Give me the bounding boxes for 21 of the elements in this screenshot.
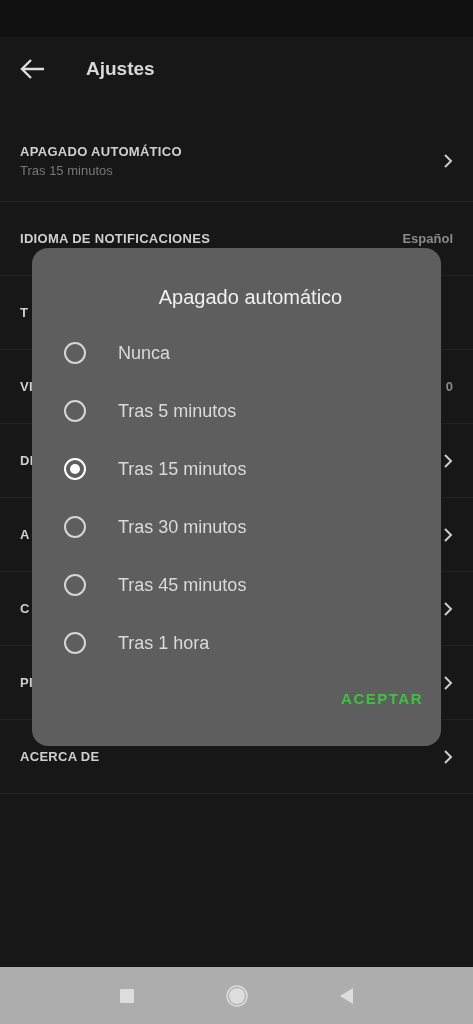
radio-icon[interactable] — [64, 342, 86, 364]
radio-option[interactable]: Tras 5 minutos — [64, 382, 423, 440]
radio-icon[interactable] — [64, 516, 86, 538]
radio-icon[interactable] — [64, 400, 86, 422]
setting-label[interactable]: ACERCA DE — [20, 749, 443, 764]
radio-option[interactable]: Tras 45 minutos — [64, 556, 423, 614]
dialog-title: Apagado automático — [158, 286, 343, 309]
radio-option[interactable]: Tras 1 hora — [64, 614, 423, 672]
radio-icon[interactable] — [64, 574, 86, 596]
setting-label[interactable]: APAGADO AUTOMÁTICO — [20, 143, 443, 159]
setting-value: 0 — [445, 379, 453, 394]
accept-button[interactable]: ACEPTAR — [341, 686, 423, 711]
radio-option[interactable]: Tras 15 minutos — [64, 440, 423, 498]
back-arrow-icon[interactable] — [20, 57, 46, 80]
radio-icon[interactable] — [64, 632, 86, 654]
radio-option[interactable]: Tras 30 minutos — [64, 498, 423, 556]
setting-label[interactable]: IDIOMA DE NOTIFICACIONES — [20, 231, 403, 246]
setting-value: Español — [402, 231, 453, 246]
radio-option[interactable]: Nunca — [64, 324, 423, 382]
setting-value: Tras 15 minutos — [20, 162, 114, 178]
page-title: Ajustes — [86, 57, 155, 80]
